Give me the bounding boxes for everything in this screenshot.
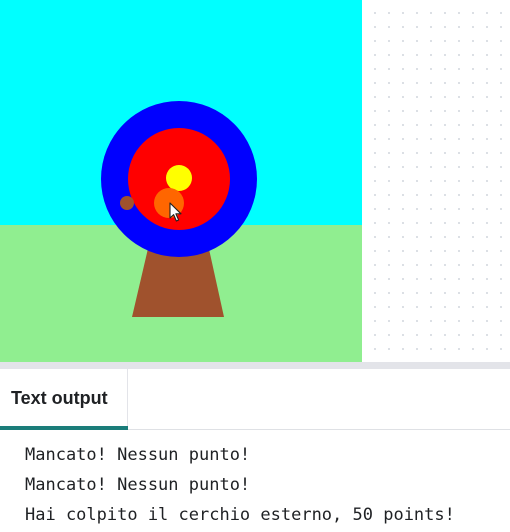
text-output-panel: Mancato! Nessun punto! Mancato! Nessun p… bbox=[0, 431, 510, 532]
stage-area bbox=[0, 0, 510, 362]
output-line: Mancato! Nessun punto! bbox=[25, 445, 251, 465]
panel-divider[interactable] bbox=[0, 362, 510, 369]
output-tabbar: Text output bbox=[0, 369, 510, 430]
active-tab-indicator bbox=[0, 426, 128, 430]
output-line: Hai colpito il cerchio esterno, 50 point… bbox=[25, 505, 455, 525]
output-line: Mancato! Nessun punto! bbox=[25, 475, 251, 495]
arrow-hit-brown bbox=[120, 196, 134, 210]
app: Text output Mancato! Nessun punto! Manca… bbox=[0, 0, 510, 532]
tab-text-output-label: Text output bbox=[11, 388, 108, 408]
target-bullseye[interactable] bbox=[166, 165, 192, 191]
game-stage[interactable] bbox=[0, 0, 362, 362]
tab-text-output[interactable]: Text output bbox=[0, 369, 128, 430]
